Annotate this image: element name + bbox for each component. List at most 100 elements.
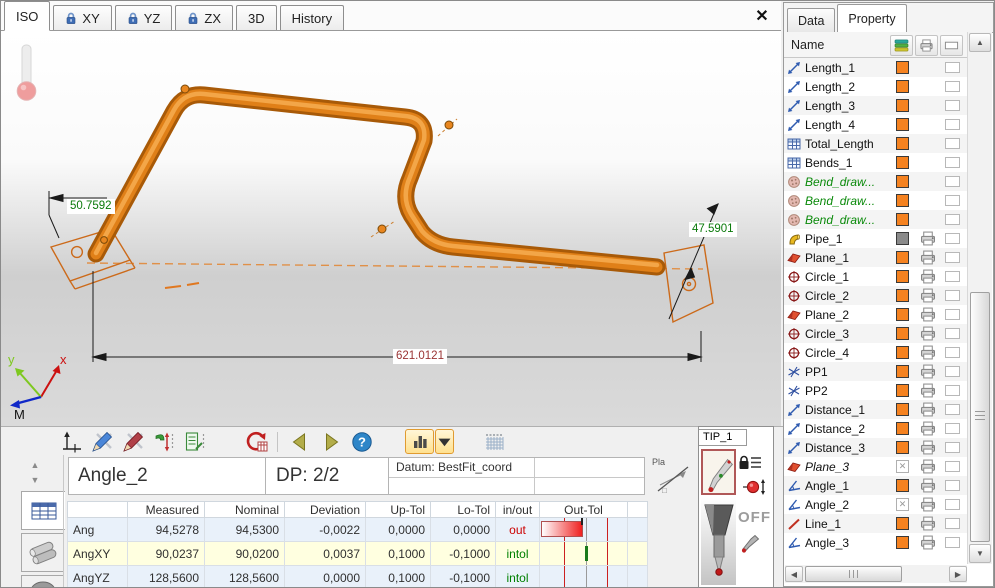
- vertical-scrollbar[interactable]: ▲ ▼: [967, 32, 992, 564]
- print-icon[interactable]: [919, 250, 937, 265]
- row-checkbox[interactable]: [945, 157, 960, 168]
- feature-row[interactable]: Circle_3: [784, 324, 967, 343]
- view-tab-3d[interactable]: 3D: [236, 5, 277, 30]
- color-swatch[interactable]: [896, 289, 909, 302]
- color-swatch[interactable]: [896, 479, 909, 492]
- color-checkbox[interactable]: ✕: [896, 460, 909, 473]
- feature-row[interactable]: Circle_4: [784, 343, 967, 362]
- row-checkbox[interactable]: [945, 138, 960, 149]
- print-all-button[interactable]: [915, 35, 938, 56]
- row-checkbox[interactable]: [945, 347, 960, 358]
- color-swatch[interactable]: [896, 327, 909, 340]
- color-swatch[interactable]: [896, 270, 909, 283]
- color-checkbox[interactable]: ✕: [896, 498, 909, 511]
- tab-bend-view[interactable]: [21, 575, 64, 588]
- feature-row[interactable]: Bend_draw...: [784, 210, 967, 229]
- view-tab-history[interactable]: History: [280, 5, 344, 30]
- row-checkbox[interactable]: [945, 119, 960, 130]
- row-checkbox[interactable]: [945, 423, 960, 434]
- print-icon[interactable]: [919, 497, 937, 512]
- scroll-up-arrow[interactable]: ▲: [27, 459, 43, 471]
- color-swatch[interactable]: [896, 175, 909, 188]
- row-checkbox[interactable]: [945, 537, 960, 548]
- row-checkbox[interactable]: [945, 271, 960, 282]
- feature-row[interactable]: Bend_draw...: [784, 191, 967, 210]
- feature-row[interactable]: Angle_2✕: [784, 495, 967, 514]
- view-tab-xy[interactable]: XY: [53, 5, 111, 30]
- print-icon[interactable]: [919, 535, 937, 550]
- edit-tolerance-button[interactable]: [119, 430, 146, 454]
- feature-row[interactable]: Bend_draw...: [784, 172, 967, 191]
- feature-row[interactable]: Length_2: [784, 77, 967, 96]
- color-swatch[interactable]: [896, 517, 909, 530]
- tolerance-row[interactable]: Ang94,527894,5300-0,00220,00000,0000out: [68, 518, 648, 542]
- view-tab-yz[interactable]: YZ: [115, 5, 173, 30]
- feature-row[interactable]: Plane_2: [784, 305, 967, 324]
- probe-cone-button[interactable]: [701, 498, 736, 585]
- feature-row[interactable]: Circle_1: [784, 267, 967, 286]
- color-swatch[interactable]: [896, 118, 909, 131]
- scroll-down-arrow[interactable]: ▼: [27, 474, 43, 486]
- close-view-button[interactable]: ✕: [751, 5, 773, 27]
- feature-row[interactable]: PP2: [784, 381, 967, 400]
- feature-row[interactable]: Line_1: [784, 514, 967, 533]
- view-tab-zx[interactable]: ZX: [175, 5, 233, 30]
- print-icon[interactable]: [919, 364, 937, 379]
- color-swatch[interactable]: [896, 365, 909, 378]
- tab-tube-view[interactable]: [21, 533, 64, 572]
- color-swatch[interactable]: [896, 99, 909, 112]
- print-button[interactable]: [212, 430, 239, 454]
- next-feature-button[interactable]: [317, 430, 344, 454]
- feature-row[interactable]: Angle_3: [784, 533, 967, 552]
- row-checkbox[interactable]: [945, 62, 960, 73]
- row-checkbox[interactable]: [945, 499, 960, 510]
- horizontal-scrollbar[interactable]: ◀ ▶: [785, 565, 967, 583]
- print-icon[interactable]: [919, 402, 937, 417]
- row-checkbox[interactable]: [945, 309, 960, 320]
- color-swatch[interactable]: [896, 536, 909, 549]
- recalculate-button[interactable]: [243, 430, 270, 454]
- tolerance-row[interactable]: AngYZ128,5600128,56000,00000,1000-0,1000…: [68, 566, 648, 588]
- feature-row[interactable]: Circle_2: [784, 286, 967, 305]
- viewport-3d[interactable]: x y M 50.7592 47.5901 621.0121: [1, 31, 781, 426]
- row-checkbox[interactable]: [945, 442, 960, 453]
- feature-row[interactable]: Length_3: [784, 96, 967, 115]
- print-icon[interactable]: [919, 231, 937, 246]
- feature-row[interactable]: Pipe_1: [784, 229, 967, 248]
- row-checkbox[interactable]: [945, 366, 960, 377]
- print-icon[interactable]: [919, 440, 937, 455]
- feature-row[interactable]: Distance_3: [784, 438, 967, 457]
- help-button[interactable]: [348, 430, 375, 454]
- edit-list-button[interactable]: [181, 430, 208, 454]
- panel-tab-property[interactable]: Property: [837, 4, 906, 33]
- print-icon[interactable]: [919, 516, 937, 531]
- horizontal-scroll-thumb[interactable]: [805, 566, 902, 582]
- print-icon[interactable]: [919, 307, 937, 322]
- color-swatch[interactable]: [896, 346, 909, 359]
- color-swatch[interactable]: [896, 308, 909, 321]
- view-tab-iso[interactable]: ISO: [4, 1, 50, 31]
- color-swatch[interactable]: [896, 137, 909, 150]
- edit-feature-button[interactable]: [88, 430, 115, 454]
- row-checkbox[interactable]: [945, 518, 960, 529]
- print-icon[interactable]: [919, 478, 937, 493]
- feature-row[interactable]: Length_4: [784, 115, 967, 134]
- panel-tab-data[interactable]: Data: [787, 8, 835, 32]
- print-icon[interactable]: [919, 421, 937, 436]
- scene-3d[interactable]: x y M: [1, 31, 781, 426]
- small-probe-button[interactable]: [739, 533, 761, 555]
- row-checkbox[interactable]: [945, 328, 960, 339]
- previous-feature-button[interactable]: [286, 430, 313, 454]
- row-checkbox[interactable]: [945, 81, 960, 92]
- print-icon[interactable]: [919, 459, 937, 474]
- row-checkbox[interactable]: [945, 290, 960, 301]
- color-swatch[interactable]: [896, 403, 909, 416]
- row-checkbox[interactable]: [945, 252, 960, 263]
- color-swatch[interactable]: [896, 422, 909, 435]
- scroll-down-button[interactable]: ▼: [969, 544, 991, 563]
- vertical-scroll-thumb[interactable]: [970, 292, 990, 542]
- tab-measure-table[interactable]: [21, 491, 65, 530]
- print-icon[interactable]: [919, 326, 937, 341]
- color-swatch[interactable]: [896, 441, 909, 454]
- print-icon[interactable]: [919, 383, 937, 398]
